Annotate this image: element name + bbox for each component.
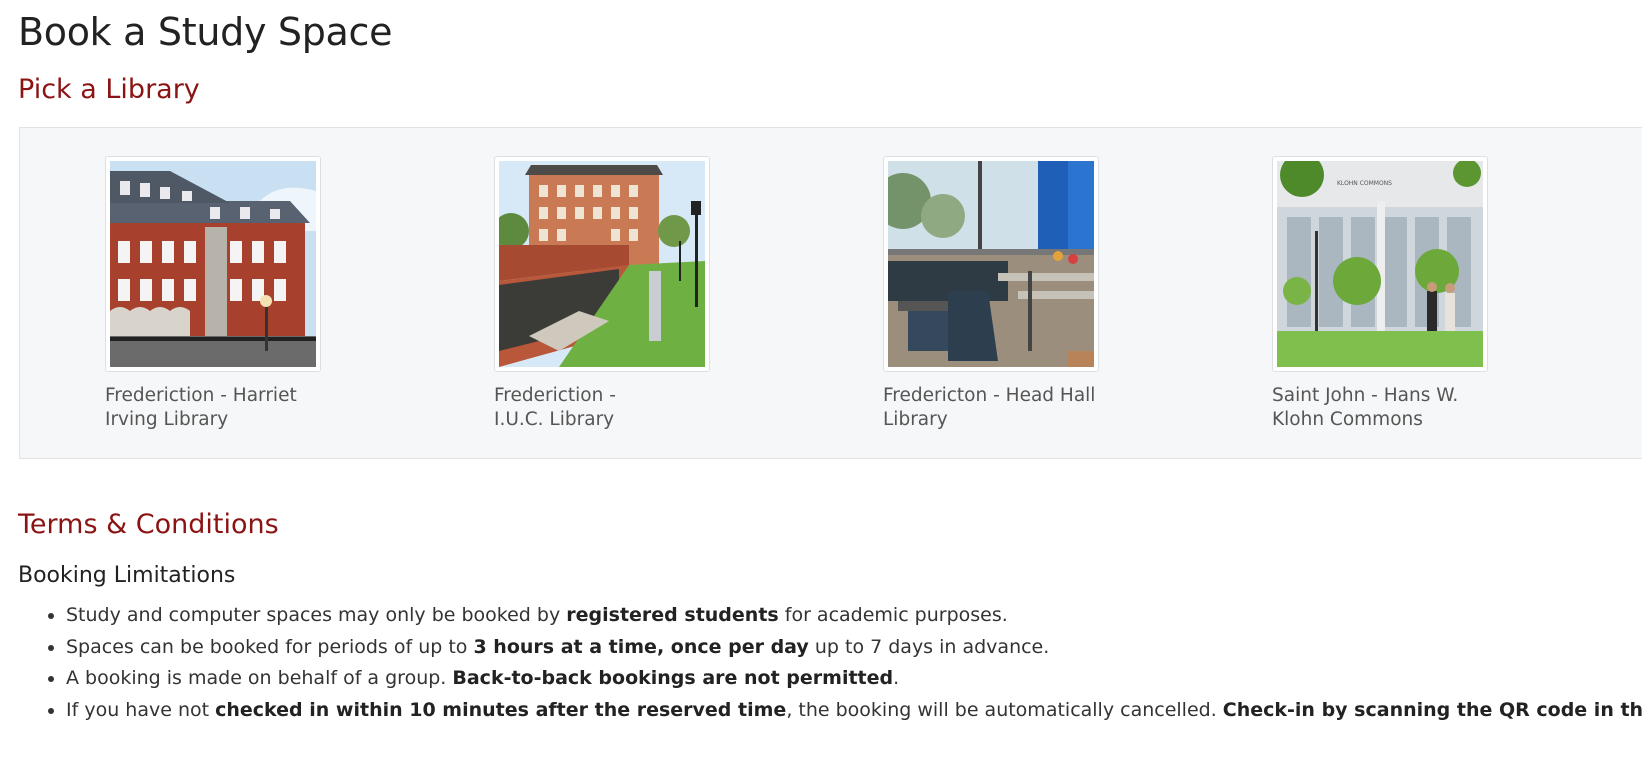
library-card-klohn-commons[interactable]: KLOHN COMMONS Saint John - Hans W. Klohn… — [1272, 156, 1492, 432]
iuc-library-image — [499, 161, 705, 367]
library-card-harriet-irving[interactable]: Frederiction - Harriet Irving Library — [105, 156, 325, 432]
terms-item: If you have not checked in within 10 min… — [66, 695, 1642, 727]
terms-item: Study and computer spaces may only be bo… — [66, 600, 1642, 632]
pick-library-heading: Pick a Library — [18, 74, 200, 105]
terms-list: Study and computer spaces may only be bo… — [18, 600, 1642, 726]
head-hall-library-image — [888, 161, 1094, 367]
klohn-commons-sign: KLOHN COMMONS — [1337, 180, 1392, 187]
harriet-irving-library-image — [110, 161, 316, 367]
harriet-irving-library-photo[interactable] — [105, 156, 321, 372]
terms-heading: Terms & Conditions — [18, 509, 279, 540]
library-name[interactable]: Fredericton - Head Hall Library — [883, 384, 1098, 432]
library-card-iuc[interactable]: Frederiction - I.U.C. Library — [494, 156, 714, 432]
terms-item: Spaces can be booked for periods of up t… — [66, 632, 1642, 664]
iuc-library-photo[interactable] — [494, 156, 710, 372]
klohn-commons-photo[interactable]: KLOHN COMMONS — [1272, 156, 1488, 372]
terms-item: A booking is made on behalf of a group. … — [66, 663, 1642, 695]
klohn-commons-image: KLOHN COMMONS — [1277, 161, 1483, 367]
head-hall-library-photo[interactable] — [883, 156, 1099, 372]
page-title: Book a Study Space — [18, 10, 393, 54]
library-name[interactable]: Saint John - Hans W. Klohn Commons — [1272, 384, 1487, 432]
library-picker-panel: Frederiction - Harriet Irving Library Fr… — [19, 127, 1642, 459]
library-card-head-hall[interactable]: Fredericton - Head Hall Library — [883, 156, 1103, 432]
library-name[interactable]: Frederiction - Harriet Irving Library — [105, 384, 320, 432]
booking-limitations-heading: Booking Limitations — [18, 563, 236, 588]
library-name[interactable]: Frederiction - I.U.C. Library — [494, 384, 709, 432]
